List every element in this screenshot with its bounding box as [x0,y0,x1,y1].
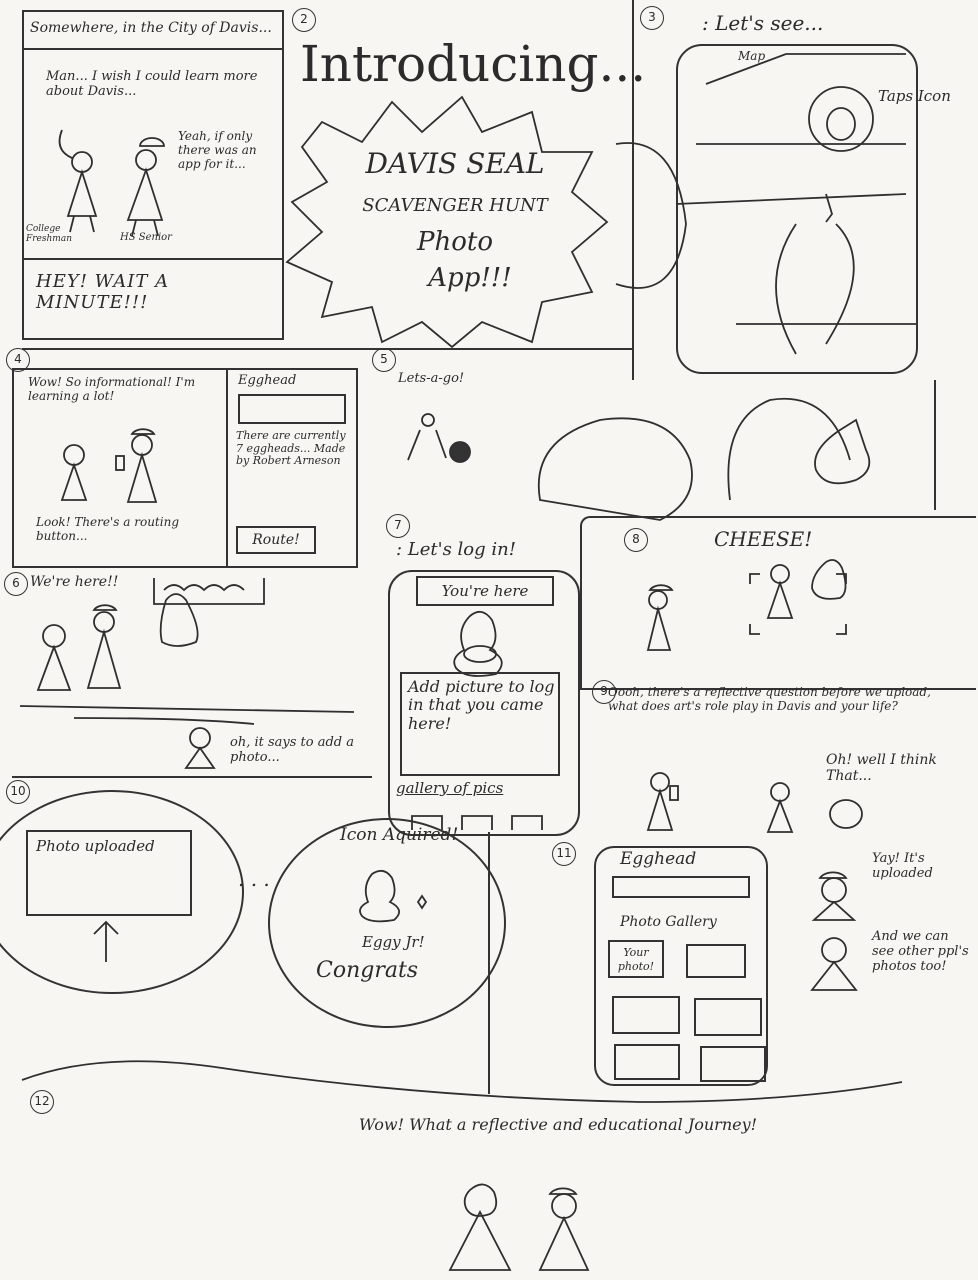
panel-4-figures [60,428,158,503]
panel-11-title: Egghead [620,849,697,869]
panel-11-photo-3[interactable] [612,996,680,1034]
panel-11-see: And we can see other ppl's photos too! [872,929,969,974]
panel-12-speech: Wow! What a reflective and educational J… [358,1115,758,1134]
panel-2-burst [285,95,609,349]
panel-10-eggy-icon [359,869,428,923]
panel-3-map [615,53,916,355]
panel-3-number: 3 [640,6,664,30]
panel-11-your-photo[interactable]: Your photo! [608,940,664,978]
panel-4-card-text: There are currently 7 eggheads... Made b… [236,429,346,468]
panel-10-number: 10 [6,780,30,804]
panel-12-figures [448,1183,590,1271]
panel-3-border-left [632,0,634,380]
panel-2-line2: SCAVENGER HUNT [362,195,548,216]
panel-3-speech: : Let's see... [702,11,824,35]
panel-12-border [21,1060,903,1103]
panel-11-yay: Yay! It's uploaded [872,851,933,881]
panel-11-header-image [612,876,750,898]
panel-5-scene [407,397,871,521]
panel-4-card-title: Egghead [238,373,297,388]
panel-10-name: Eggy Jr! [362,933,425,951]
panel-11-gallery-label: Photo Gallery [620,914,717,930]
panel-2-line4: App!!! [428,263,512,293]
panel-5-number: 5 [372,348,396,372]
panel-11-photo-2[interactable] [686,944,746,978]
panel-9-scene [646,772,863,833]
panel-11-figures [810,871,858,991]
panel-4-card-image [238,394,346,424]
panel-9-speech: Oooh, there's a reflective question befo… [608,685,931,713]
panel-10-upload-arrow [93,920,119,962]
panel-10-ellipsis: . . . [238,867,270,891]
panel-6-says: oh, it says to add a photo... [230,735,355,765]
panel-2-number: 2 [292,8,316,32]
panel-2-border [22,348,632,350]
panel-6-border-bottom [12,776,372,778]
panel-10-congrats: Congrats [316,958,419,983]
panel-2-line1: DAVIS SEAL [365,147,545,180]
panel-7-body: Add picture to log in that you came here… [408,677,555,733]
panel-8-speech: CHEESE! [714,527,813,551]
panel-1-figures [58,129,165,237]
panel-7-speech: : Let's log in! [396,539,516,560]
panel-7-number: 7 [386,514,410,538]
panel-11-number: 11 [552,842,576,866]
panel-2-line3: Photo [417,227,493,257]
panel-7-egghead [453,610,503,677]
panel-8-number: 8 [624,528,648,552]
panel-7-gallery[interactable]: gallery of pics [396,779,566,797]
panel-4-route-button[interactable]: Route! [236,526,316,554]
panel-7-header: You're here [416,576,554,606]
panel-2-heading: Introducing... [300,35,647,93]
panel-12-number: 12 [30,1090,54,1114]
panel-10-upload: Photo uploaded [36,837,155,855]
panel-10-icon-acquired: Icon Aquired! [340,825,459,845]
panel-8-scene [646,559,847,651]
panel-11-photo-4[interactable] [694,998,762,1036]
